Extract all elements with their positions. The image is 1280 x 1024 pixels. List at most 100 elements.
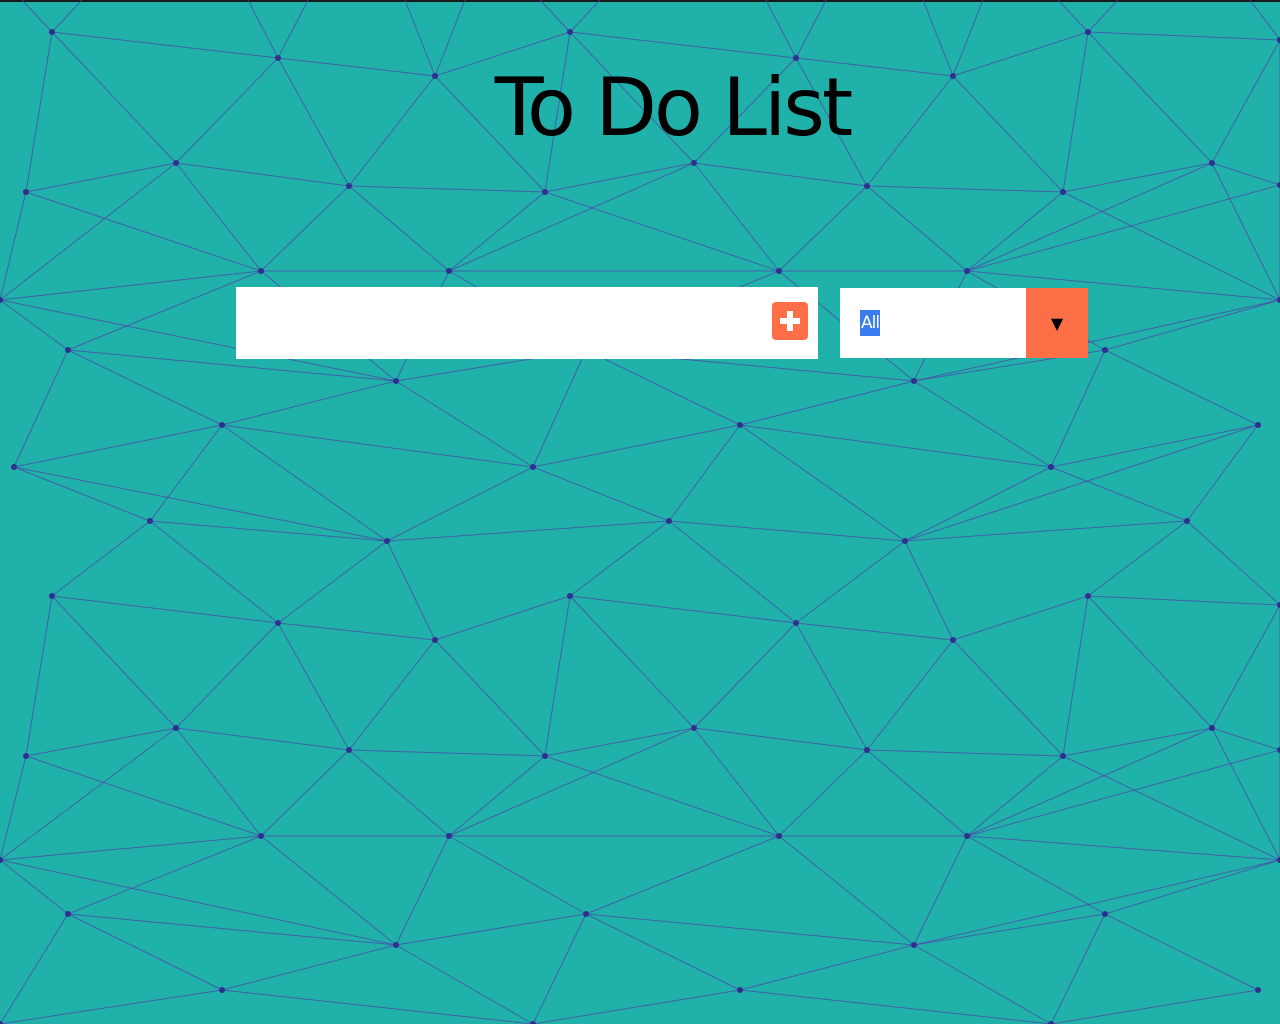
network-line [1211, 604, 1280, 729]
network-node [1102, 911, 1108, 917]
network-line [260, 185, 350, 272]
network-line [51, 595, 177, 729]
network-line [913, 859, 1280, 946]
network-line [1087, 595, 1280, 606]
network-line [221, 424, 388, 542]
network-line [866, 749, 1064, 757]
network-line [1050, 424, 1259, 468]
network-node [902, 538, 908, 544]
network-line [569, 0, 601, 33]
network-line [966, 184, 1280, 272]
network-line [866, 185, 1064, 193]
network-line [1104, 859, 1280, 915]
network-node [1048, 464, 1054, 470]
network-node [23, 753, 29, 759]
network-line [247, 0, 279, 59]
network-line [13, 424, 223, 468]
network-node [1060, 189, 1066, 195]
network-line [221, 989, 534, 1024]
network-line [569, 595, 797, 624]
network-line [25, 755, 262, 837]
network-line [25, 595, 53, 757]
network-node [542, 753, 548, 759]
network-line [277, 622, 350, 751]
network-line [277, 622, 436, 641]
network-line [904, 540, 954, 641]
network-line [1062, 727, 1213, 757]
network-node [1209, 160, 1215, 166]
network-line [904, 520, 1188, 542]
network-line [585, 349, 741, 426]
filter-dropdown-toggle[interactable]: ▼ [1026, 288, 1088, 358]
network-line [448, 755, 546, 837]
network-node [219, 987, 225, 993]
network-node [737, 422, 743, 428]
network-line [0, 913, 69, 1024]
network-line [25, 162, 177, 193]
network-node [776, 268, 782, 274]
network-line [348, 749, 450, 837]
network-node [964, 268, 970, 274]
network-node [1255, 422, 1261, 428]
network-line [277, 540, 388, 624]
network-line [67, 913, 397, 946]
network-line [221, 944, 397, 991]
network-line [544, 727, 695, 757]
network-line [448, 162, 695, 272]
network-node [11, 464, 17, 470]
network-line [51, 595, 279, 624]
network-line [386, 520, 670, 542]
network-node [346, 747, 352, 753]
plus-icon [780, 311, 800, 331]
network-line [795, 540, 906, 624]
network-line [175, 622, 279, 729]
network-node [23, 189, 29, 195]
network-line [348, 749, 546, 757]
network-line [693, 727, 868, 751]
network-line [25, 191, 262, 272]
network-node [950, 637, 956, 643]
network-node [542, 189, 548, 195]
network-node [432, 637, 438, 643]
network-line [866, 749, 968, 837]
todo-input[interactable] [236, 287, 818, 359]
network-line [532, 424, 741, 468]
network-line [395, 380, 534, 468]
network-node [864, 183, 870, 189]
network-line [866, 639, 954, 751]
network-line [1050, 466, 1188, 522]
network-line [0, 835, 262, 861]
network-node [1255, 987, 1261, 993]
network-node [258, 833, 264, 839]
network-line [1050, 913, 1106, 1024]
network-line [668, 424, 741, 522]
add-todo-button[interactable] [772, 302, 808, 340]
network-line [67, 349, 223, 426]
network-line [913, 835, 968, 946]
network-node [49, 593, 55, 599]
network-line [0, 859, 69, 915]
network-line [0, 299, 69, 351]
network-line [13, 466, 388, 542]
network-line [51, 0, 83, 33]
network-line [693, 162, 780, 272]
filter-select[interactable]: All ▼ [840, 288, 1088, 358]
network-node [446, 833, 452, 839]
network-line [1062, 191, 1280, 301]
network-line [1087, 595, 1213, 729]
network-node [567, 593, 573, 599]
network-line [175, 162, 262, 272]
network-line [1211, 727, 1280, 861]
network-line [866, 185, 968, 272]
network-line [1062, 162, 1213, 193]
network-line [952, 595, 1089, 641]
network-line [904, 466, 1052, 542]
network-line [1087, 0, 1119, 33]
network-line [966, 835, 1106, 915]
filter-selected-value: All [860, 310, 880, 336]
network-line [1050, 989, 1259, 1024]
network-node [219, 422, 225, 428]
network-line [1104, 299, 1280, 351]
network-node [776, 833, 782, 839]
network-node [147, 518, 153, 524]
